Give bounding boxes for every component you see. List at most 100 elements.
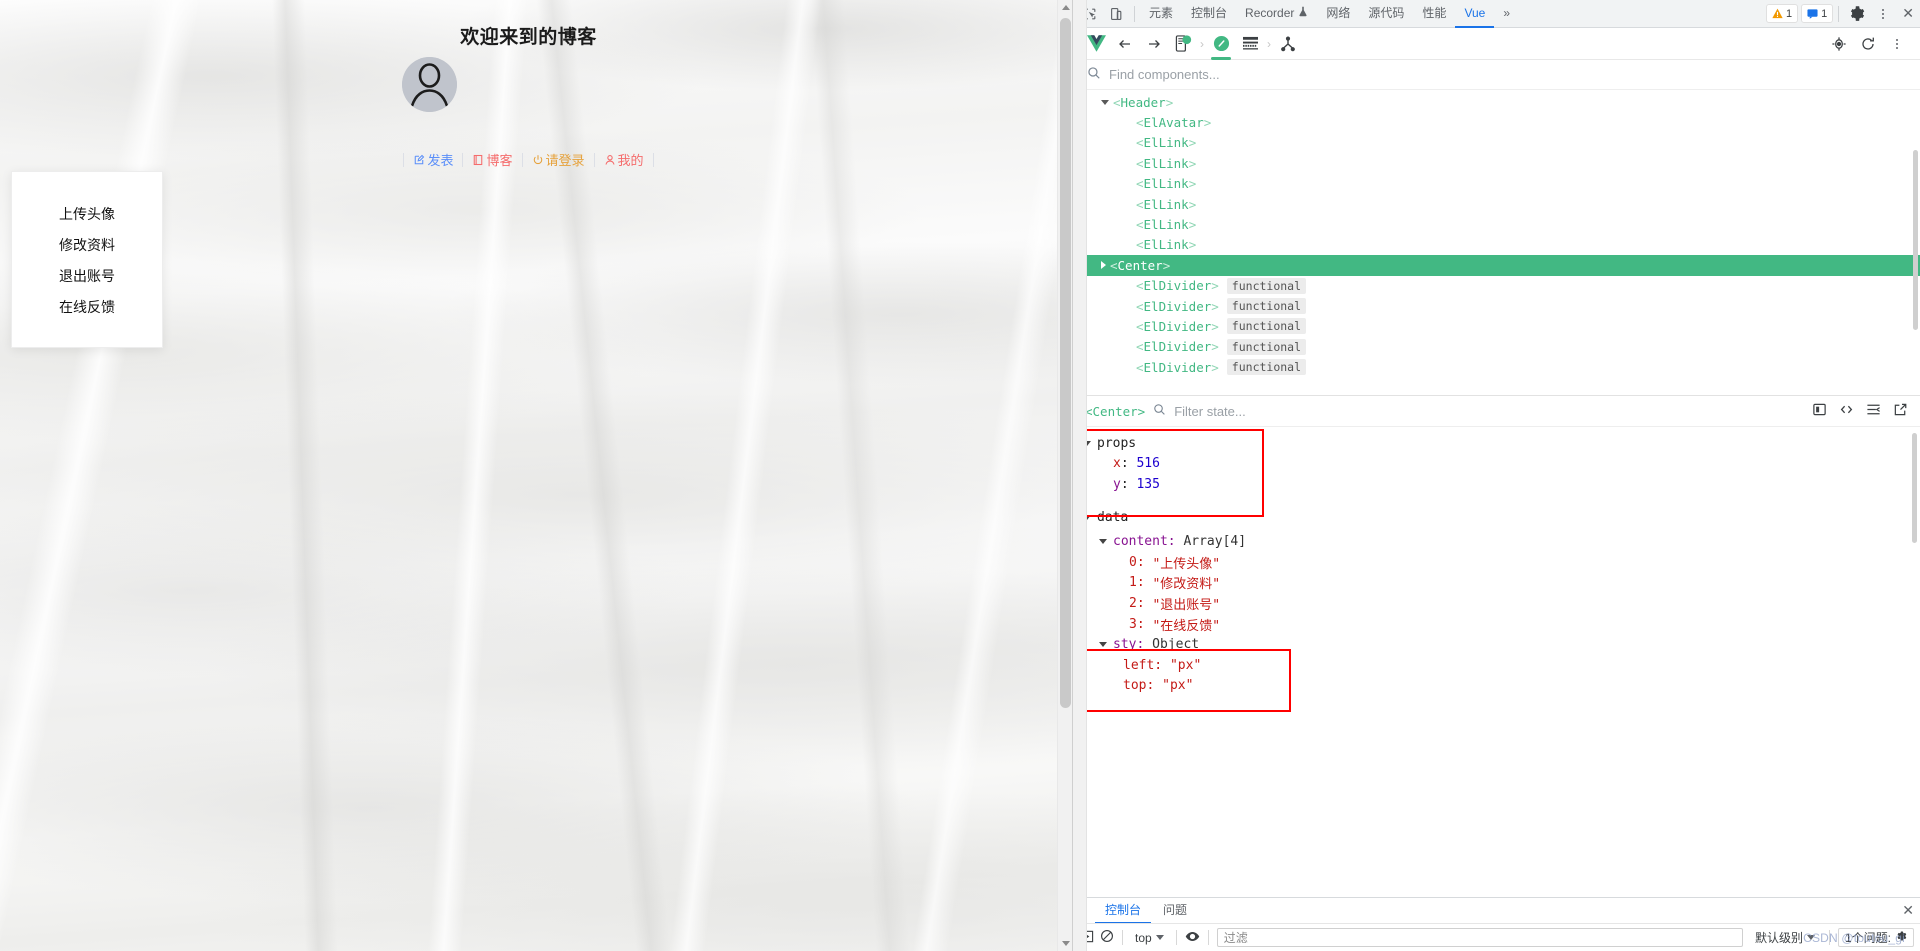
sty-property-row[interactable]: left: "px" (1083, 655, 1920, 676)
component-tree[interactable]: <Header> <ElAvatar> <ElLink> <ElLink> <ElLin… (1073, 90, 1920, 395)
data-group-header[interactable]: data (1083, 507, 1920, 528)
tree-node[interactable]: <ElDivider> functional (1073, 357, 1920, 377)
routes-tree-icon[interactable] (1275, 31, 1301, 57)
issues-button[interactable]: 1个问题: CSDN @toutou_gi (1803, 928, 1914, 947)
nav-link-label: 我的 (617, 154, 644, 169)
tab-network[interactable]: 网络 (1317, 0, 1359, 28)
select-target-icon[interactable] (1826, 31, 1852, 57)
kebab-menu-icon[interactable] (1884, 31, 1910, 57)
open-external-icon[interactable] (1893, 402, 1908, 420)
tab-console[interactable]: 控制台 (1182, 0, 1236, 28)
collapse-all-icon[interactable] (1866, 402, 1881, 420)
sty-property-value: "px" (1162, 678, 1194, 694)
search-input[interactable] (1109, 67, 1906, 82)
vue-components-icon[interactable] (1208, 31, 1234, 60)
app-badge-icon[interactable] (1170, 31, 1196, 57)
tree-node-label: <ElDivider> (1136, 278, 1219, 294)
state-scrollbar-thumb[interactable] (1912, 433, 1917, 543)
kebab-menu-icon[interactable] (1870, 2, 1896, 26)
tab-elements[interactable]: 元素 (1140, 0, 1182, 28)
nav-link-mine[interactable]: 我的 (595, 150, 653, 169)
page-vertical-scrollbar[interactable] (1057, 0, 1072, 951)
dropdown-item-edit-profile[interactable]: 修改资料 (59, 231, 115, 262)
nav-link-label: 请登录 (545, 154, 585, 169)
scrollbar-thumb[interactable] (1060, 18, 1071, 708)
tab-vue[interactable]: Vue (1455, 0, 1495, 28)
nav-link-publish[interactable]: 发表 (404, 150, 462, 169)
scroll-into-view-icon[interactable] (1812, 402, 1827, 420)
console-context-selector[interactable]: top (1131, 931, 1168, 945)
arrow-right-icon[interactable] (1141, 31, 1167, 57)
arrow-left-icon[interactable] (1112, 31, 1138, 57)
tree-node[interactable]: <ElLink> (1073, 174, 1920, 194)
close-icon[interactable]: ✕ (1896, 5, 1920, 22)
refresh-icon[interactable] (1855, 31, 1881, 57)
content-item-row[interactable]: 1: "修改资料" (1083, 573, 1920, 594)
warnings-badge[interactable]: 1 (1766, 4, 1799, 23)
tree-node[interactable]: <ElLink> (1073, 194, 1920, 214)
devtools-tabbar: 元素 控制台 Recorder 网络 源代码 性能 Vue » 1 1 ✕ (1073, 0, 1920, 28)
tree-node[interactable]: <ElAvatar> (1073, 112, 1920, 132)
tree-node-label: <ElDivider> (1136, 298, 1219, 314)
avatar[interactable] (402, 57, 457, 112)
tab-recorder[interactable]: Recorder (1236, 0, 1317, 28)
tree-node[interactable]: <ElLink> (1073, 153, 1920, 173)
scrollbar-up-arrow[interactable] (1058, 0, 1072, 15)
nav-link-login[interactable]: 请登录 (523, 150, 594, 169)
messages-badge[interactable]: 1 (1801, 4, 1834, 23)
drawer-tab-console[interactable]: 控制台 (1095, 898, 1152, 924)
tree-node[interactable]: <ElDivider> functional (1073, 316, 1920, 336)
prop-row-y[interactable]: y : 135 (1083, 474, 1920, 495)
device-toggle-icon[interactable] (1103, 2, 1129, 26)
dropdown-item-logout[interactable]: 退出账号 (59, 262, 115, 293)
tree-node-label: <ElLink> (1136, 176, 1197, 192)
props-group-header[interactable]: props (1083, 433, 1920, 454)
tree-node[interactable]: <ElDivider> functional (1073, 276, 1920, 296)
chevron-down-icon[interactable] (1101, 99, 1109, 105)
content-item-row[interactable]: 0: "上传头像" (1083, 552, 1920, 573)
tab-performance[interactable]: 性能 (1413, 0, 1455, 28)
console-level-label: 默认级别 (1754, 931, 1803, 945)
state-inspector[interactable]: props x : 516 y : 135 data content: Arra… (1073, 427, 1920, 897)
nav-link-blog[interactable]: 博客 (463, 150, 521, 169)
sty-property-row[interactable]: top: "px" (1083, 676, 1920, 697)
tree-scrollbar-thumb[interactable] (1913, 150, 1918, 330)
timeline-icon[interactable] (1237, 31, 1263, 57)
dropdown-item-feedback[interactable]: 在线反馈 (59, 293, 115, 324)
sty-object-header[interactable]: sty: Object (1083, 634, 1920, 655)
chevron-right-icon[interactable] (1101, 261, 1106, 270)
scrollbar-down-arrow[interactable] (1058, 936, 1072, 951)
tree-node[interactable]: <ElLink> (1073, 214, 1920, 234)
toolbar-divider (1838, 5, 1840, 22)
content-item-row[interactable]: 3: "在线反馈" (1083, 614, 1920, 635)
prop-row-x[interactable]: x : 516 (1083, 454, 1920, 475)
drawer-tab-issues[interactable]: 问题 (1153, 898, 1197, 924)
tree-node[interactable]: <Center> (1073, 255, 1920, 276)
open-in-editor-icon[interactable] (1839, 402, 1854, 420)
console-level-selector[interactable]: 默认级别 (1749, 929, 1821, 946)
tree-node[interactable]: <ElDivider> functional (1073, 337, 1920, 357)
tab-sources[interactable]: 源代码 (1359, 0, 1413, 28)
message-icon (1807, 9, 1818, 19)
tree-node[interactable]: <Header> (1073, 92, 1920, 112)
content-item-row[interactable]: 2: "退出账号" (1083, 593, 1920, 614)
data-label: data (1097, 509, 1129, 525)
close-icon[interactable]: ✕ (1896, 902, 1920, 919)
content-array-header[interactable]: content: Array[4] (1083, 531, 1920, 552)
dropdown-item-upload-avatar[interactable]: 上传头像 (59, 200, 115, 231)
tree-node[interactable]: <ElDivider> functional (1073, 296, 1920, 316)
console-filter-input[interactable] (1216, 928, 1743, 947)
live-expression-icon[interactable] (1185, 929, 1200, 947)
gear-icon[interactable] (1844, 2, 1870, 26)
tree-node[interactable]: <ElLink> (1073, 133, 1920, 153)
filter-state-input[interactable] (1174, 403, 1804, 419)
functional-chip: functional (1226, 338, 1307, 355)
prop-value: 516 (1136, 456, 1160, 472)
tab-overflow-chevron[interactable]: » (1494, 0, 1519, 28)
clear-console-icon[interactable] (1100, 929, 1114, 946)
tree-node[interactable]: <ElLink> (1073, 235, 1920, 255)
